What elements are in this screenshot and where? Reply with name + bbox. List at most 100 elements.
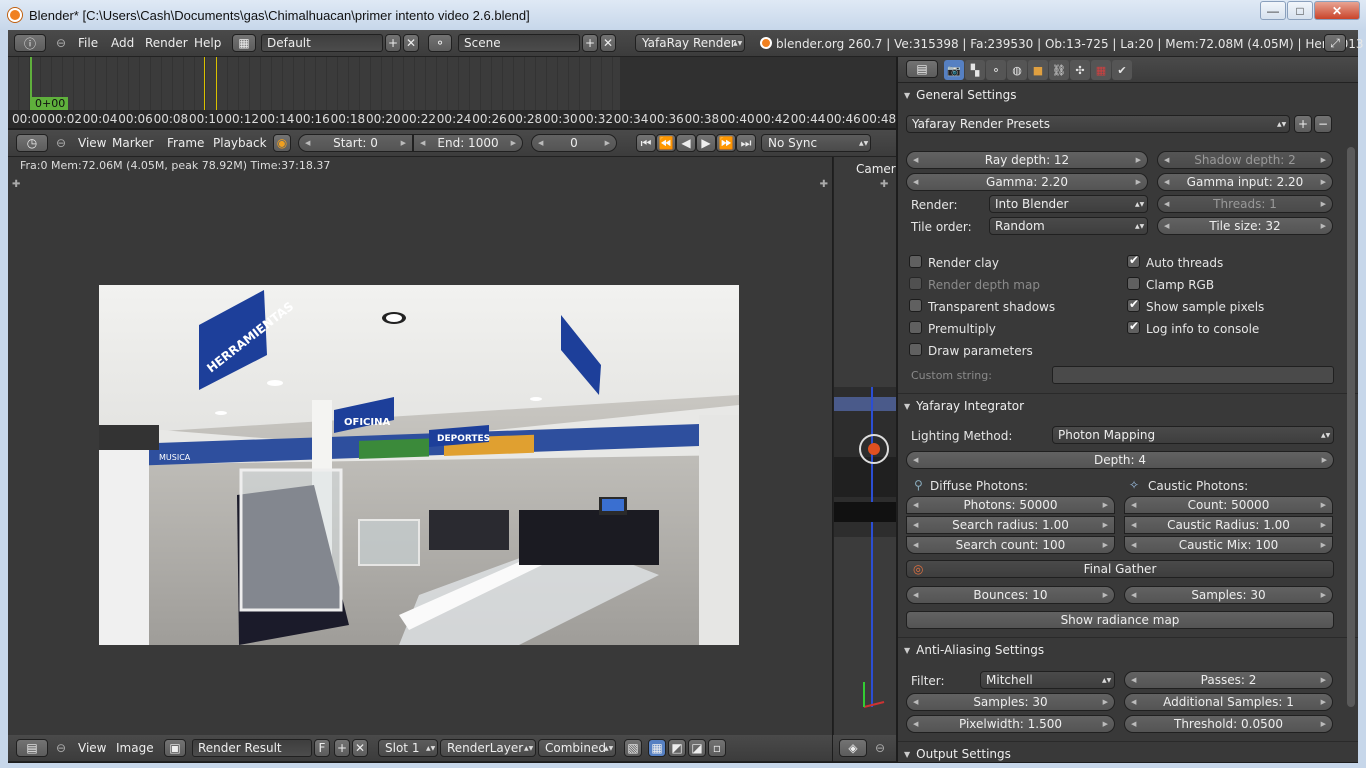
editor-type-timeline-icon[interactable]: ◷ [16, 134, 48, 152]
search-count-field[interactable]: Search count: 100 [906, 536, 1115, 554]
add-scene-button[interactable]: + [582, 34, 598, 52]
search-radius-field[interactable]: Search radius: 1.00 [906, 516, 1115, 534]
render-presets-select[interactable]: Yafaray Render Presets [906, 115, 1290, 133]
modifiers-tab-icon[interactable]: ✣ [1070, 60, 1090, 80]
timeline-ruler[interactable]: 00:00 00:02 00:04 00:06 00:08 00:10 00:12 00:14… [8, 110, 896, 128]
editor-type-properties-icon[interactable]: ▤ [906, 60, 938, 78]
start-frame-field[interactable]: Start: 0 [298, 134, 413, 152]
gamma-field[interactable]: Gamma: 2.20 [906, 173, 1148, 191]
tile-size-field[interactable]: Tile size: 32 [1157, 217, 1333, 235]
render-tab-icon[interactable]: 📷 [944, 60, 964, 80]
caustic-mix-field[interactable]: Caustic Mix: 100 [1124, 536, 1333, 554]
jump-end-icon[interactable]: ⏭ [736, 134, 756, 152]
scene-tab-icon[interactable]: ⚬ [986, 60, 1006, 80]
lighting-method-select[interactable]: Photon Mapping [1052, 426, 1334, 444]
screen-layout-icon[interactable]: ▦ [232, 34, 256, 52]
timeline-area[interactable]: 0+00 [8, 57, 896, 110]
filter-select[interactable]: Mitchell [980, 671, 1115, 689]
collapse-icon[interactable]: ⊖ [875, 741, 885, 755]
render-output-select[interactable]: Into Blender [989, 195, 1148, 213]
aa-samples-field[interactable]: Samples: 30 [906, 693, 1115, 711]
menu-image[interactable]: Image [116, 741, 154, 755]
show-sample-pixels-checkbox[interactable] [1127, 297, 1140, 312]
minimize-button[interactable]: — [1260, 1, 1286, 20]
depth-field[interactable]: Depth: 4 [906, 451, 1334, 469]
image-editor[interactable]: Fra:0 Mem:72.06M (4.05M, peak 78.92M) Ti… [8, 157, 832, 735]
3d-viewport[interactable]: Camera ✚ [833, 157, 896, 735]
render-engine-select[interactable]: YafaRay Render [635, 34, 745, 52]
zbuffer-icon[interactable]: ▫ [708, 739, 726, 757]
menu-marker[interactable]: Marker [112, 136, 153, 150]
bounces-field[interactable]: Bounces: 10 [906, 586, 1115, 604]
custom-string-input[interactable] [1052, 366, 1334, 384]
menu-add[interactable]: Add [111, 36, 134, 50]
ray-depth-field[interactable]: Ray depth: 12 [906, 151, 1148, 169]
menu-view[interactable]: View [78, 136, 106, 150]
threshold-field[interactable]: Threshold: 0.0500 [1124, 715, 1333, 733]
image-name-field[interactable]: Render Result [192, 739, 312, 757]
slot-select[interactable]: Slot 1 [378, 739, 438, 757]
caustic-count-field[interactable]: Count: 50000 [1124, 496, 1333, 514]
threads-field[interactable]: Threads: 1 [1157, 195, 1333, 213]
image-browse-icon[interactable]: ▣ [164, 739, 186, 757]
close-button[interactable]: ✕ [1314, 1, 1360, 20]
premultiply-checkbox[interactable] [909, 321, 922, 334]
menu-file[interactable]: File [78, 36, 98, 50]
show-radiance-map-button[interactable]: Show radiance map [906, 611, 1334, 629]
properties-scrollbar[interactable] [1347, 147, 1355, 707]
caustic-radius-field[interactable]: Caustic Radius: 1.00 [1124, 516, 1333, 534]
collapse-icon[interactable]: ⊖ [56, 136, 66, 150]
auto-threads-checkbox[interactable] [1127, 253, 1140, 268]
draw-channels-icon[interactable]: ▧ [624, 739, 642, 757]
anti-aliasing-header[interactable]: Anti-Aliasing Settings [904, 639, 1334, 661]
log-info-checkbox[interactable] [1127, 319, 1140, 334]
next-keyframe-icon[interactable]: ⏩ [716, 134, 736, 152]
fake-user-button[interactable]: F [314, 739, 330, 757]
final-gather-toggle[interactable]: ◎ Final Gather [906, 560, 1334, 578]
collapse-icon[interactable]: ⊖ [56, 741, 66, 755]
current-frame-field[interactable]: 0 [531, 134, 617, 152]
add-preset-button[interactable]: + [1294, 115, 1312, 133]
record-keyframe-icon[interactable]: ◉ [273, 134, 291, 152]
end-frame-field[interactable]: End: 1000 [413, 134, 523, 152]
shadow-depth-field[interactable]: Shadow depth: 2 [1157, 151, 1333, 169]
output-settings-header[interactable]: Output Settings [904, 743, 1334, 762]
render-layers-tab-icon[interactable]: ▚ [965, 60, 985, 80]
object-tab-icon[interactable]: ■ [1028, 60, 1048, 80]
new-image-button[interactable]: + [334, 739, 350, 757]
transparent-shadows-checkbox[interactable] [909, 299, 922, 312]
render-pass-select[interactable]: Combined [538, 739, 616, 757]
screen-name-field[interactable]: Default [261, 34, 383, 52]
color-alpha-icon[interactable]: ◩ [668, 739, 686, 757]
play-icon[interactable]: ▶ [696, 134, 716, 152]
aa-passes-field[interactable]: Passes: 2 [1124, 671, 1333, 689]
add-screen-button[interactable]: + [385, 34, 401, 52]
menu-render[interactable]: Render [145, 36, 188, 50]
gamma-input-field[interactable]: Gamma input: 2.20 [1157, 173, 1333, 191]
pixelwidth-field[interactable]: Pixelwidth: 1.500 [906, 715, 1115, 733]
editor-type-image-icon[interactable]: ▤ [16, 739, 48, 757]
unlink-image-button[interactable]: ✕ [352, 739, 368, 757]
physics-tab-icon[interactable]: ✔ [1112, 60, 1132, 80]
photons-field[interactable]: Photons: 50000 [906, 496, 1115, 514]
play-reverse-icon[interactable]: ◀ [676, 134, 696, 152]
collapse-icon[interactable]: ⊖ [56, 36, 66, 50]
general-settings-header[interactable]: General Settings [904, 84, 1334, 106]
editor-type-info-icon[interactable]: ⓘ [14, 34, 46, 52]
render-clay-checkbox[interactable] [909, 255, 922, 268]
jump-start-icon[interactable]: ⏮ [636, 134, 656, 152]
remove-screen-button[interactable]: ✕ [403, 34, 419, 52]
menu-playback[interactable]: Playback [213, 136, 267, 150]
menu-view[interactable]: View [78, 741, 106, 755]
prev-keyframe-icon[interactable]: ⏪ [656, 134, 676, 152]
render-layer-select[interactable]: RenderLayer [440, 739, 536, 757]
menu-frame[interactable]: Frame [167, 136, 204, 150]
remove-scene-button[interactable]: ✕ [600, 34, 616, 52]
integrator-header[interactable]: Yafaray Integrator [904, 395, 1334, 417]
draw-parameters-checkbox[interactable] [909, 343, 922, 356]
maximize-button[interactable]: □ [1287, 1, 1313, 20]
menu-help[interactable]: Help [194, 36, 221, 50]
sync-mode-select[interactable]: No Sync [761, 134, 871, 152]
tile-order-select[interactable]: Random [989, 217, 1148, 235]
clamp-rgb-checkbox[interactable] [1127, 277, 1140, 290]
